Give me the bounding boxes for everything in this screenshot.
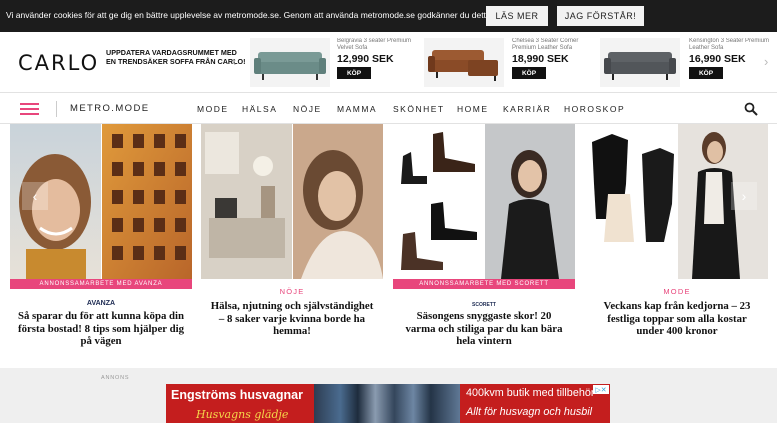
accept-cookies-button[interactable]: JAG FÖRSTÅR! (557, 6, 644, 26)
ad-title[interactable]: Engströms husvagnar (171, 388, 303, 402)
product-price: 12,990 SEK (337, 53, 394, 65)
product-name: Belgravia 3 seater Premium Velvet Sofa (337, 38, 412, 51)
nav-item-skonhet[interactable]: SKÖNHET (393, 104, 445, 114)
engstroms-ad[interactable]: Engströms husvagnar Husvagns glädje 400k… (166, 384, 610, 423)
nav-item-mamma[interactable]: MAMMA (337, 104, 377, 114)
sofa-image-1[interactable] (250, 38, 330, 87)
product-name: Chelsea 3 Seater Corner Premium Leather … (512, 38, 579, 51)
category-label[interactable]: MODE (586, 287, 768, 296)
hamburger-menu-icon[interactable] (20, 103, 39, 115)
read-more-button[interactable]: LÄS MER (486, 6, 548, 26)
sofa-image-3[interactable] (600, 38, 680, 87)
carlo-logo[interactable]: CARLO (18, 51, 99, 75)
scorett-logo: SCORETT (472, 302, 496, 308)
ad-label: ANNONS (101, 375, 130, 381)
site-logo[interactable]: METRO.MODE (70, 103, 149, 114)
search-icon[interactable] (744, 102, 758, 116)
article-headline[interactable]: Veckans kap från kedjorna – 23 festliga … (594, 300, 760, 338)
cookie-text: Vi använder cookies för att ge dig en bä… (6, 10, 491, 20)
sofa-image-2[interactable] (424, 38, 504, 87)
article-image-3[interactable] (393, 124, 575, 279)
buy-button[interactable]: KÖP (689, 67, 723, 79)
buy-button[interactable]: KÖP (512, 67, 546, 79)
ad-subtitle[interactable]: Husvagns glädje (196, 408, 288, 421)
bottom-ad-area: ANNONS Engströms husvagnar Husvagns gläd… (0, 368, 777, 423)
category-label[interactable]: NÖJE (201, 287, 383, 296)
product-info-2: Chelsea 3 Seater Corner Premium Leather … (512, 38, 602, 79)
nav-divider (56, 101, 57, 117)
ad-prev-arrow-icon[interactable]: ‹ (232, 54, 236, 69)
nav-item-karriar[interactable]: KARRIÄR (503, 104, 551, 114)
slider-next-icon[interactable]: › (731, 182, 757, 210)
article-image-2[interactable] (201, 124, 383, 279)
nav-item-noje[interactable]: NÖJE (293, 104, 322, 114)
sponsored-label: ANNONSSAMARBETE MED AVANZA (10, 279, 192, 289)
product-info-1: Belgravia 3 seater Premium Velvet Sofa 1… (337, 38, 427, 79)
avanza-logo: AVANZA (86, 300, 116, 307)
product-price: 18,990 SEK (512, 53, 569, 65)
ad-next-arrow-icon[interactable]: › (764, 54, 768, 69)
nav-item-home[interactable]: HOME (457, 104, 489, 114)
buy-button[interactable]: KÖP (337, 67, 371, 79)
nav-item-halsa[interactable]: HÄLSA (242, 104, 277, 114)
nav-item-mode[interactable]: MODE (197, 104, 229, 114)
ad-line-1[interactable]: 400kvm butik med tillbehör (466, 387, 594, 399)
carlo-ad-banner[interactable]: CARLO UPPDATERA VARDAGSRUMMET MED EN TRE… (0, 32, 777, 92)
ad-store-photo[interactable] (314, 384, 460, 423)
main-nav: METRO.MODE MODE HÄLSA NÖJE MAMMA SKÖNHET… (0, 92, 777, 124)
ad-line-2[interactable]: Allt för husvagn och husbil (466, 406, 592, 418)
slider-prev-icon[interactable]: ‹ (22, 182, 48, 210)
article-headline[interactable]: Hälsa, njutning och självständighet – 8 … (209, 300, 375, 338)
article-headline[interactable]: Så sparar du för att kunna köpa din förs… (16, 310, 186, 348)
ad-headline[interactable]: UPPDATERA VARDAGSRUMMET MED EN TRENDSÄKE… (106, 48, 246, 66)
sponsored-label: ANNONSSAMARBETE MED SCORETT (393, 279, 575, 289)
nav-item-horoskop[interactable]: HOROSKOP (564, 104, 625, 114)
article-headline[interactable]: Säsongens snyggaste skor! 20 varma och s… (401, 310, 567, 348)
product-name: Kensington 3 Seater Premium Leather Sofa (689, 38, 770, 51)
cookie-bar: Vi använder cookies för att ge dig en bä… (0, 0, 777, 32)
adchoices-icon[interactable]: ▷✕ (593, 385, 609, 394)
